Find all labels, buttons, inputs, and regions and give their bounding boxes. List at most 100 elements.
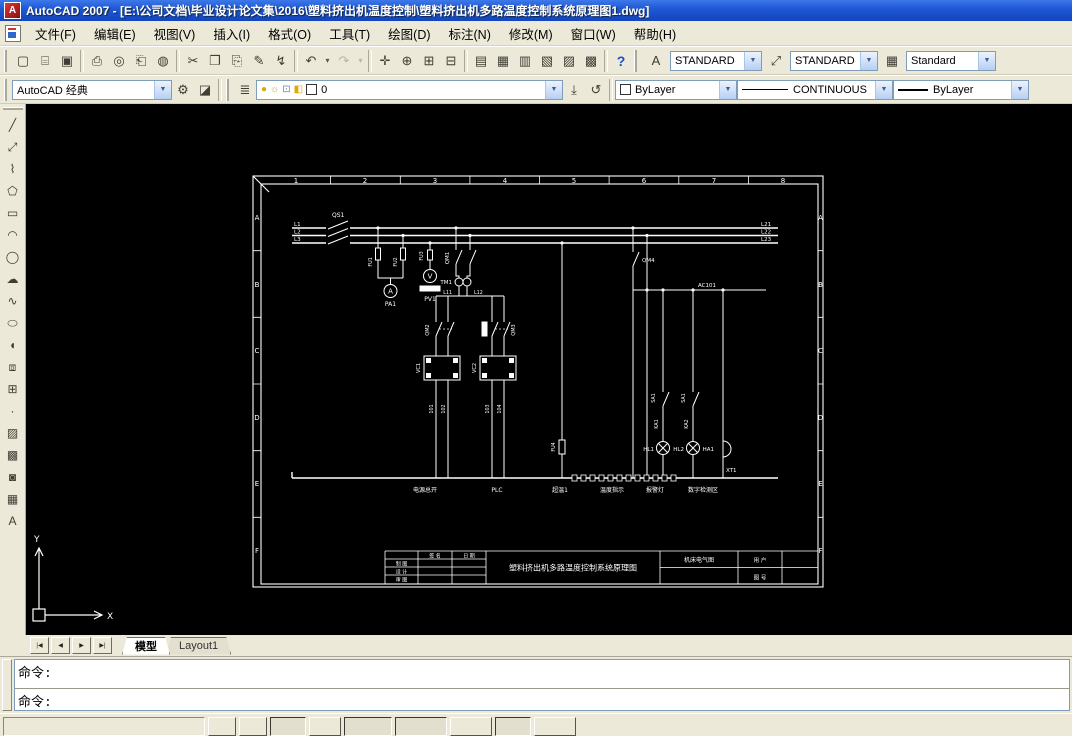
quickcalc-icon[interactable]: ▩ (580, 50, 602, 72)
status-toggle-3[interactable] (270, 717, 306, 736)
arc-icon[interactable]: ◠ (1, 224, 25, 246)
undo-icon[interactable]: ↶ (300, 50, 322, 72)
menu-file[interactable]: 文件(F) (26, 21, 85, 46)
match-properties-icon[interactable]: ✎ (248, 50, 270, 72)
plot-icon[interactable]: ⎙ (86, 50, 108, 72)
gradient-icon[interactable]: ▩ (1, 444, 25, 466)
text-style-combo[interactable]: STANDARD ▼ (670, 50, 762, 71)
status-toggle-8[interactable] (495, 717, 531, 736)
workspace-combo[interactable]: AutoCAD 经典 ▼ (12, 79, 172, 100)
status-toggle-4[interactable] (309, 717, 341, 736)
table-style-icon[interactable]: ▦ (881, 50, 903, 72)
color-combo[interactable]: ByLayer ▼ (615, 79, 737, 100)
chevron-down-icon[interactable]: ▼ (545, 80, 562, 99)
first-layout-icon[interactable]: |◀ (30, 637, 49, 654)
bulb-icon[interactable]: ● (261, 84, 267, 95)
tab-layout1[interactable]: Layout1 (166, 637, 231, 655)
new-icon[interactable]: ▢ (12, 50, 34, 72)
hatch-icon[interactable]: ▨ (1, 422, 25, 444)
construction-line-icon[interactable]: ⤢ (1, 136, 25, 158)
last-layout-icon[interactable]: ▶| (93, 637, 112, 654)
zoom-window-icon[interactable]: ⊞ (418, 50, 440, 72)
publish-icon[interactable]: ⎗ (130, 50, 152, 72)
status-toggle-7[interactable] (450, 717, 492, 736)
menu-help[interactable]: 帮助(H) (625, 21, 685, 46)
help-icon[interactable]: ? (610, 50, 632, 72)
markup-set-manager-icon[interactable]: ▨ (558, 50, 580, 72)
toolbar-grip[interactable] (634, 49, 638, 72)
status-toggle-1[interactable] (208, 717, 236, 736)
freeze-icon[interactable]: ☼ (270, 84, 279, 95)
sheet-set-manager-icon[interactable]: ▧ (536, 50, 558, 72)
tool-palettes-icon[interactable]: ▥ (514, 50, 536, 72)
menu-format[interactable]: 格式(O) (259, 21, 320, 46)
polygon-icon[interactable]: ⬠ (1, 180, 25, 202)
layer-properties-icon[interactable]: ≣ (234, 79, 256, 101)
region-icon[interactable]: ◙ (1, 466, 25, 488)
table-icon[interactable]: ▦ (1, 488, 25, 510)
ellipse-icon[interactable]: ⬭ (1, 312, 25, 334)
polyline-icon[interactable]: ⌇ (1, 158, 25, 180)
status-toggle-6[interactable] (395, 717, 447, 736)
prev-layout-icon[interactable]: ◀ (51, 637, 70, 654)
zoom-previous-icon[interactable]: ⊟ (440, 50, 462, 72)
status-toggle-9[interactable] (534, 717, 576, 736)
spline-icon[interactable]: ∿ (1, 290, 25, 312)
menu-view[interactable]: 视图(V) (145, 21, 205, 46)
chevron-down-icon[interactable]: ▼ (744, 51, 761, 70)
next-layout-icon[interactable]: ▶ (72, 637, 91, 654)
chevron-down-icon[interactable]: ▼ (1011, 80, 1028, 99)
line-icon[interactable]: ╱ (1, 114, 25, 136)
rectangle-icon[interactable]: ▭ (1, 202, 25, 224)
layer-combo[interactable]: ● ☼ ⊡ ◧ 0 ▼ (256, 79, 563, 100)
undo-dropdown-icon[interactable]: ▾ (322, 50, 333, 72)
toolbar-grip[interactable] (226, 78, 230, 101)
layer-previous-icon[interactable]: ↺ (585, 79, 607, 101)
linetype-combo[interactable]: CONTINUOUS ▼ (737, 79, 893, 100)
chevron-down-icon[interactable]: ▼ (860, 51, 877, 70)
menu-insert[interactable]: 插入(I) (204, 21, 259, 46)
properties-icon[interactable]: ▤ (470, 50, 492, 72)
my-workspace-icon[interactable]: ◪ (194, 79, 216, 101)
menu-draw[interactable]: 绘图(D) (379, 21, 439, 46)
redo-dropdown-icon[interactable]: ▾ (355, 50, 366, 72)
menu-dimension[interactable]: 标注(N) (440, 21, 500, 46)
make-object-layer-current-icon[interactable]: ⤓ (563, 79, 585, 101)
copy-icon[interactable]: ❐ (204, 50, 226, 72)
point-icon[interactable]: · (1, 400, 25, 422)
drawing-file-icon[interactable] (5, 24, 21, 42)
dwf-viewer-icon[interactable]: ◍ (152, 50, 174, 72)
block-editor-icon[interactable]: ↯ (270, 50, 292, 72)
menu-edit[interactable]: 编辑(E) (85, 21, 145, 46)
command-window-grip[interactable] (2, 659, 12, 711)
toolbar-grip[interactable] (2, 107, 23, 111)
mtext-icon[interactable]: A (1, 510, 25, 532)
designcenter-icon[interactable]: ▦ (492, 50, 514, 72)
window-titlebar[interactable]: A AutoCAD 2007 - [E:\公司文档\毕业设计论文集\2016\塑… (0, 0, 1072, 21)
vp-freeze-icon[interactable]: ⊡ (282, 84, 290, 95)
open-icon[interactable]: ⌸ (34, 50, 56, 72)
save-icon[interactable]: ▣ (56, 50, 78, 72)
dim-style-icon[interactable]: ⤢ (765, 50, 787, 72)
chevron-down-icon[interactable]: ▼ (978, 51, 995, 70)
table-style-combo[interactable]: Standard ▼ (906, 50, 996, 71)
zoom-realtime-icon[interactable]: ⊕ (396, 50, 418, 72)
paste-icon[interactable]: ⎘ (226, 50, 248, 72)
command-text-area[interactable]: 命令: 命令: (14, 659, 1070, 711)
cut-icon[interactable]: ✂ (182, 50, 204, 72)
menu-tools[interactable]: 工具(T) (320, 21, 379, 46)
tab-model[interactable]: 模型 (122, 637, 170, 655)
toolbar-grip[interactable] (4, 78, 8, 101)
circle-icon[interactable]: ◯ (1, 246, 25, 268)
pan-icon[interactable]: ✛ (374, 50, 396, 72)
command-input-line[interactable]: 命令: (15, 689, 1069, 710)
plot-preview-icon[interactable]: ◎ (108, 50, 130, 72)
lock-icon[interactable]: ◧ (294, 84, 303, 95)
revision-cloud-icon[interactable]: ☁ (1, 268, 25, 290)
chevron-down-icon[interactable]: ▼ (719, 80, 736, 99)
make-block-icon[interactable]: ⊞ (1, 378, 25, 400)
dim-style-combo[interactable]: STANDARD ▼ (790, 50, 878, 71)
status-toggle-2[interactable] (239, 717, 267, 736)
status-toggle-5[interactable] (344, 717, 392, 736)
menu-window[interactable]: 窗口(W) (562, 21, 625, 46)
